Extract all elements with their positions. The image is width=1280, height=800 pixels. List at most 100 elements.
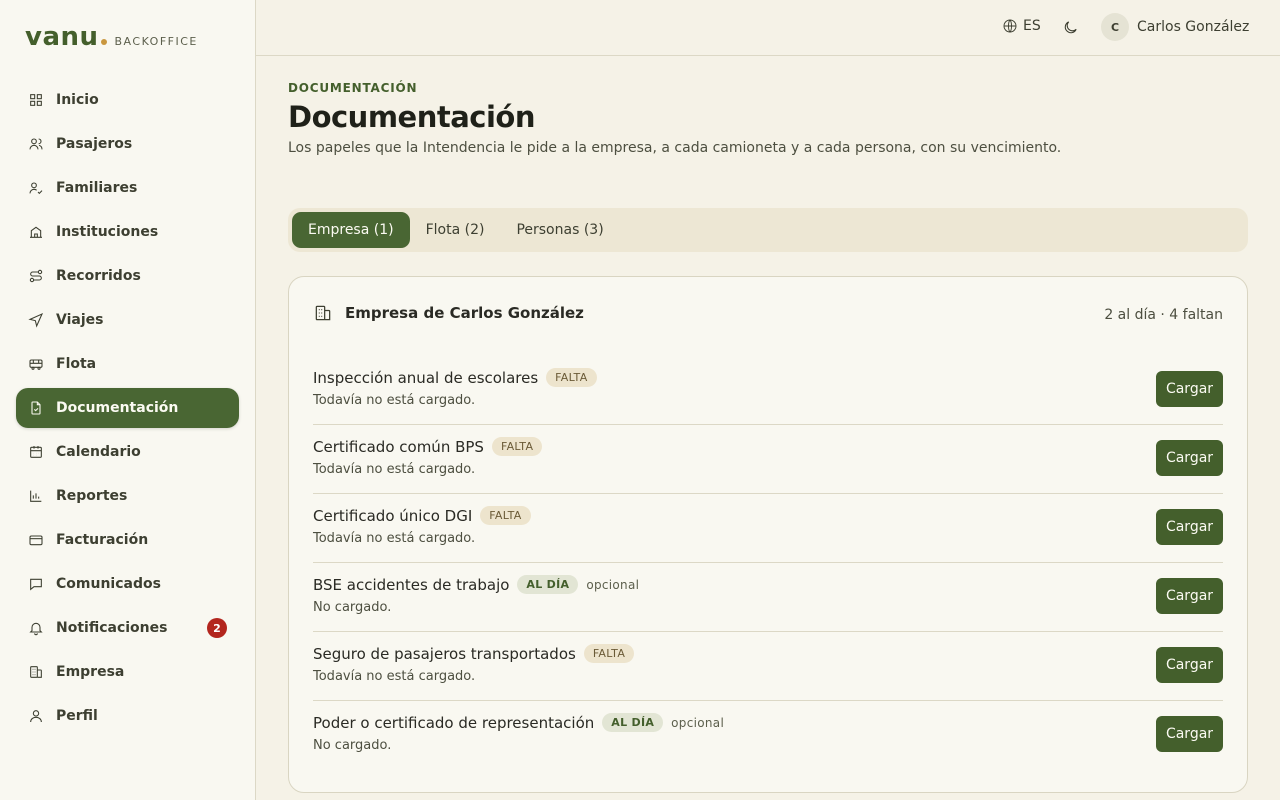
status-badge: AL DÍA	[602, 713, 664, 732]
status-badge: AL DÍA	[517, 575, 579, 594]
tab-bar: Empresa (1) Flota (2) Personas (3)	[288, 208, 1248, 252]
sidebar-item-reportes[interactable]: Reportes	[16, 476, 239, 516]
sidebar-item-notificaciones[interactable]: Notificaciones 2	[16, 608, 239, 648]
main-content: DOCUMENTACIÓN Documentación Los papeles …	[288, 56, 1248, 793]
sidebar-item-label: Flota	[56, 356, 97, 372]
avatar: C	[1101, 13, 1129, 41]
users-icon	[28, 136, 44, 152]
bell-icon	[28, 620, 44, 636]
sidebar-item-label: Inicio	[56, 92, 99, 108]
status-badge: FALTA	[491, 437, 543, 456]
upload-button[interactable]: Cargar	[1156, 647, 1223, 683]
tab-flota[interactable]: Flota (2)	[410, 212, 501, 248]
sidebar-item-pasajeros[interactable]: Pasajeros	[16, 124, 239, 164]
documents-card: Empresa de Carlos González 2 al día · 4 …	[288, 276, 1248, 793]
sidebar-item-label: Reportes	[56, 488, 128, 504]
sidebar-item-familiares[interactable]: Familiares	[16, 168, 239, 208]
document-title-line: Seguro de pasajeros transportados FALTA	[313, 644, 635, 663]
document-status-text: Todavía no está cargado.	[313, 669, 476, 684]
optional-label: opcional	[586, 577, 640, 592]
sidebar-item-viajes[interactable]: Viajes	[16, 300, 239, 340]
language-label: ES	[1023, 18, 1041, 34]
brand-sub: BACKOFFICE	[114, 35, 198, 48]
document-title-line: Poder o certificado de representación AL …	[313, 713, 724, 732]
sidebar-item-recorridos[interactable]: Recorridos	[16, 256, 239, 296]
document-title: Seguro de pasajeros transportados	[313, 644, 576, 663]
upload-button[interactable]: Cargar	[1156, 509, 1223, 545]
user-check-icon	[28, 180, 44, 196]
brand-name: vanu	[25, 22, 99, 52]
document-status-text: Todavía no está cargado.	[313, 462, 476, 477]
globe-icon	[1003, 19, 1017, 33]
sidebar-item-comunicados[interactable]: Comunicados	[16, 564, 239, 604]
sidebar: vanu BACKOFFICE Inicio Pasajeros Familiare…	[0, 0, 256, 800]
credit-card-icon	[28, 532, 44, 548]
sidebar-nav: Inicio Pasajeros Familiares Instituciones Re…	[16, 80, 239, 740]
bus-icon	[28, 356, 44, 372]
top-bar: ES C Carlos González	[256, 0, 1280, 56]
sidebar-item-instituciones[interactable]: Instituciones	[16, 212, 239, 252]
sidebar-item-label: Notificaciones	[56, 620, 168, 636]
grid-icon	[28, 92, 44, 108]
sidebar-item-label: Documentación	[56, 400, 179, 416]
building-icon	[315, 305, 331, 321]
document-title: Certificado común BPS	[313, 437, 484, 456]
document-row: Seguro de pasajeros transportados FALTA To…	[313, 632, 1223, 701]
sidebar-item-flota[interactable]: Flota	[16, 344, 239, 384]
notification-count-badge: 2	[207, 618, 227, 638]
school-icon	[28, 224, 44, 240]
document-row: Certificado único DGI FALTA Todavía no est…	[313, 494, 1223, 563]
sidebar-item-label: Instituciones	[56, 224, 159, 240]
document-title-line: BSE accidentes de trabajo AL DÍA opcional	[313, 575, 639, 594]
optional-label: opcional	[671, 715, 725, 730]
bar-chart-icon	[28, 488, 44, 504]
sidebar-item-label: Empresa	[56, 664, 125, 680]
sidebar-item-perfil[interactable]: Perfil	[16, 696, 239, 736]
document-list: Inspección anual de escolares FALTA Todaví…	[313, 356, 1223, 770]
upload-button[interactable]: Cargar	[1156, 578, 1223, 614]
document-title: Poder o certificado de representación	[313, 713, 595, 732]
navigation-icon	[28, 312, 44, 328]
card-stat: 2 al día · 4 faltan	[1104, 307, 1223, 323]
document-title: BSE accidentes de trabajo	[313, 575, 510, 594]
user-icon	[28, 708, 44, 724]
sidebar-item-facturacion[interactable]: Facturación	[16, 520, 239, 560]
document-status-text: Todavía no está cargado.	[313, 393, 476, 408]
sidebar-item-label: Pasajeros	[56, 136, 133, 152]
file-check-icon	[28, 400, 44, 416]
brand-logo[interactable]: vanu BACKOFFICE	[25, 22, 198, 52]
language-switcher[interactable]: ES	[1002, 18, 1041, 34]
route-icon	[28, 268, 44, 284]
page-eyebrow: DOCUMENTACIÓN	[288, 81, 418, 95]
document-row: Inspección anual de escolares FALTA Todaví…	[313, 356, 1223, 425]
sidebar-item-calendario[interactable]: Calendario	[16, 432, 239, 472]
document-title-line: Inspección anual de escolares FALTA	[313, 368, 597, 387]
document-title: Certificado único DGI	[313, 506, 473, 525]
upload-button[interactable]: Cargar	[1156, 440, 1223, 476]
document-row: BSE accidentes de trabajo AL DÍA opcional N…	[313, 563, 1223, 632]
tab-empresa[interactable]: Empresa (1)	[292, 212, 410, 248]
sidebar-item-label: Calendario	[56, 444, 141, 460]
sidebar-item-label: Comunicados	[56, 576, 161, 592]
tab-personas[interactable]: Personas (3)	[500, 212, 619, 248]
status-badge: FALTA	[480, 506, 531, 525]
document-title-line: Certificado común BPS FALTA	[313, 437, 543, 456]
upload-button[interactable]: Cargar	[1156, 716, 1223, 752]
moon-icon	[1064, 21, 1077, 34]
sidebar-item-documentacion[interactable]: Documentación	[16, 388, 239, 428]
building-icon	[28, 664, 44, 680]
sidebar-item-inicio[interactable]: Inicio	[16, 80, 239, 120]
upload-button[interactable]: Cargar	[1156, 371, 1223, 407]
document-row: Poder o certificado de representación AL …	[313, 701, 1223, 770]
message-icon	[28, 576, 44, 592]
user-menu[interactable]: C Carlos González	[1101, 13, 1249, 41]
theme-toggle[interactable]	[1062, 19, 1079, 40]
card-header: Empresa de Carlos González	[313, 303, 584, 323]
document-status-text: Todavía no está cargado.	[313, 531, 476, 546]
document-status-text: No cargado.	[313, 600, 392, 615]
status-badge: FALTA	[546, 368, 597, 387]
document-row: Certificado común BPS FALTA Todavía no est…	[313, 425, 1223, 494]
sidebar-item-empresa[interactable]: Empresa	[16, 652, 239, 692]
sidebar-item-label: Viajes	[56, 312, 104, 328]
sidebar-item-label: Familiares	[56, 180, 138, 196]
